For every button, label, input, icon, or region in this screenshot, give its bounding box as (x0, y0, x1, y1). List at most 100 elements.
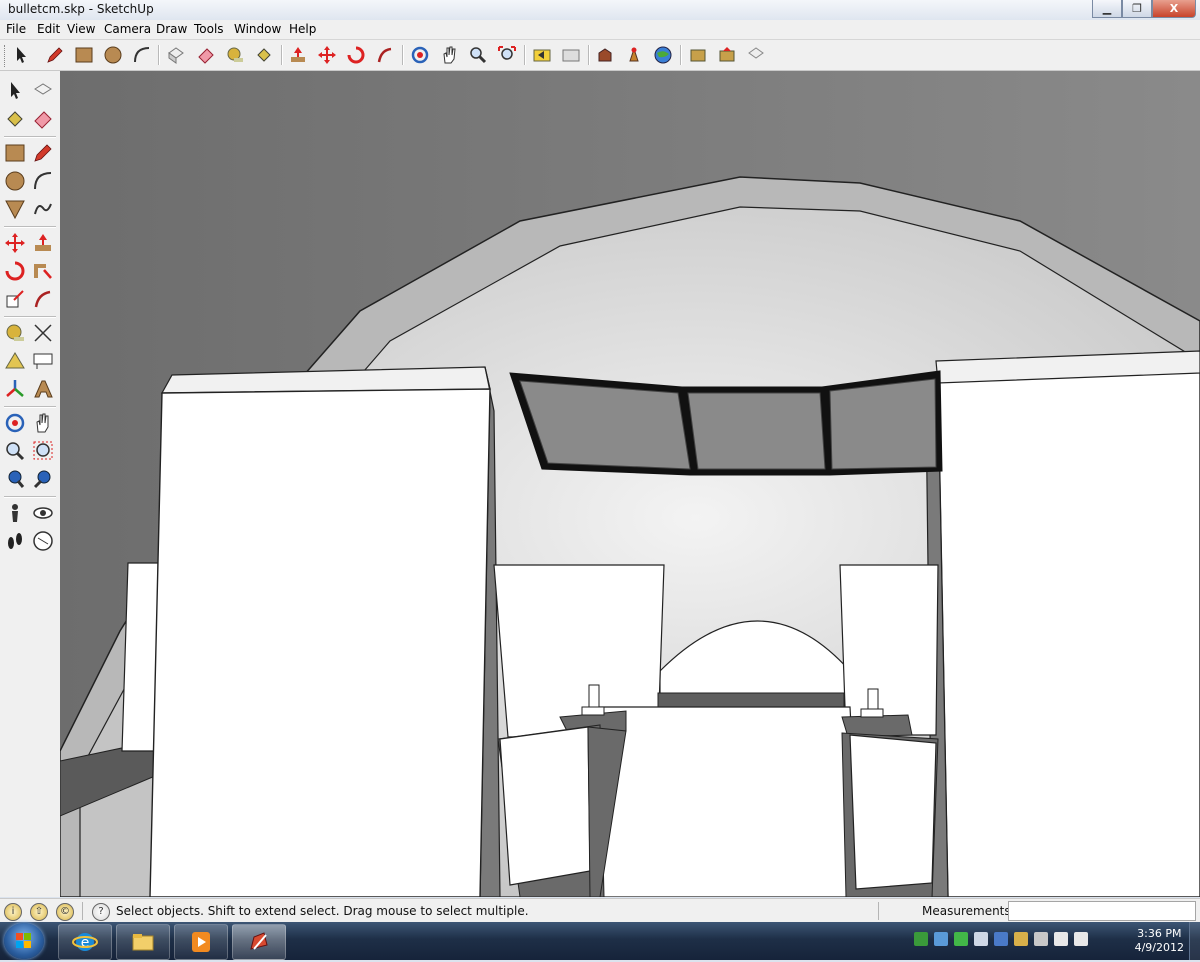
rectangle-icon[interactable] (2, 140, 28, 166)
position-camera-icon[interactable] (2, 500, 28, 526)
orbit-icon[interactable] (2, 410, 28, 436)
drawing-viewport[interactable] (60, 71, 1200, 897)
menu-edit[interactable]: Edit (37, 22, 60, 36)
follow-me-icon[interactable] (30, 258, 56, 284)
measurements-label: Measurements (922, 904, 1011, 918)
menu-draw[interactable]: Draw (156, 22, 187, 36)
zoom-icon[interactable] (2, 438, 28, 464)
close-button[interactable]: X (1152, 0, 1196, 18)
eraser-icon[interactable] (194, 43, 218, 67)
system-tray (914, 932, 1088, 946)
tray-security-icon[interactable] (974, 932, 988, 946)
make-component-icon[interactable] (30, 78, 56, 104)
push-pull-icon[interactable] (30, 230, 56, 256)
section-plane-icon[interactable] (30, 528, 56, 554)
make-component-icon[interactable] (164, 43, 188, 67)
toolbar-grip[interactable] (4, 45, 8, 67)
select-icon[interactable] (2, 78, 28, 104)
pan-icon[interactable] (437, 43, 461, 67)
component-icon[interactable] (686, 43, 710, 67)
start-button[interactable] (4, 923, 44, 959)
rotate-icon[interactable] (2, 258, 28, 284)
move-icon[interactable] (315, 43, 339, 67)
extension-icon[interactable] (744, 43, 768, 67)
clock[interactable]: 3:36 PM 4/9/2012 (1135, 927, 1184, 955)
arc-icon[interactable] (30, 168, 56, 194)
move-icon[interactable] (2, 230, 28, 256)
polygon-icon[interactable] (2, 196, 28, 222)
pencil-icon[interactable] (43, 43, 67, 67)
eraser-icon[interactable] (30, 106, 56, 132)
paint-bucket-icon[interactable] (252, 43, 276, 67)
menu-view[interactable]: View (67, 22, 95, 36)
taskbar: e 3:36 PM 4/9/2012 (0, 922, 1200, 960)
text-icon[interactable] (30, 348, 56, 374)
clock-date: 4/9/2012 (1134, 941, 1184, 954)
tray-network-icon[interactable] (1054, 932, 1068, 946)
follow-me-icon[interactable] (373, 43, 397, 67)
help-icon[interactable]: ? (92, 903, 110, 921)
arc-icon[interactable] (130, 43, 154, 67)
media-player-icon[interactable] (174, 924, 228, 960)
menu-tools[interactable]: Tools (194, 22, 224, 36)
walk-icon[interactable] (2, 528, 28, 554)
push-pull-icon[interactable] (286, 43, 310, 67)
paint-bucket-icon[interactable] (2, 106, 28, 132)
protractor-icon[interactable] (2, 348, 28, 374)
previous-icon[interactable] (30, 466, 56, 492)
rotate-icon[interactable] (344, 43, 368, 67)
measurements-input[interactable] (1008, 901, 1196, 921)
file-explorer-icon[interactable] (116, 924, 170, 960)
3d-text-icon[interactable] (30, 376, 56, 402)
zoom-icon[interactable] (466, 43, 490, 67)
tape-measure-icon[interactable] (223, 43, 247, 67)
next-view-icon[interactable] (559, 43, 583, 67)
sketchup-icon[interactable] (232, 924, 286, 960)
pan-icon[interactable] (30, 410, 56, 436)
menu-camera[interactable]: Camera (104, 22, 151, 36)
show-desktop-button[interactable] (1189, 922, 1200, 960)
dimension-icon[interactable] (30, 320, 56, 346)
rectangle-icon[interactable] (72, 43, 96, 67)
zoom-extents-icon[interactable] (495, 43, 519, 67)
freehand-icon[interactable] (30, 196, 56, 222)
zoom-window-icon[interactable] (30, 438, 56, 464)
zoom-extents-icon[interactable] (2, 466, 28, 492)
google-earth-icon[interactable] (651, 43, 675, 67)
look-around-icon[interactable] (30, 500, 56, 526)
internet-explorer-icon[interactable]: e (58, 924, 112, 960)
right-seat-back (839, 564, 939, 736)
tray-bluetooth-icon[interactable] (994, 932, 1008, 946)
orbit-icon[interactable] (408, 43, 432, 67)
share-model-icon[interactable] (622, 43, 646, 67)
offset-icon[interactable] (30, 286, 56, 312)
right-arm-rest (849, 734, 937, 890)
menu-file[interactable]: File (6, 22, 26, 36)
axes-icon[interactable] (2, 376, 28, 402)
circle-icon[interactable] (2, 168, 28, 194)
copyright-icon[interactable]: © (56, 903, 74, 921)
get-models-icon[interactable] (593, 43, 617, 67)
credits-icon[interactable]: ⇧ (30, 903, 48, 921)
circle-icon[interactable] (101, 43, 125, 67)
select-icon[interactable] (9, 43, 33, 67)
minimize-button[interactable]: ▁ (1092, 0, 1122, 18)
pencil-icon[interactable] (30, 140, 56, 166)
previous-view-icon[interactable] (530, 43, 554, 67)
left-small-panel (121, 562, 159, 752)
tray-disk-icon[interactable] (1034, 932, 1048, 946)
menu-help[interactable]: Help (289, 22, 316, 36)
share-component-icon[interactable] (715, 43, 739, 67)
tray-volume-icon[interactable] (1074, 932, 1088, 946)
scale-icon[interactable] (2, 286, 28, 312)
tray-app-icon[interactable] (914, 932, 928, 946)
tray-update-icon[interactable] (954, 932, 968, 946)
tape-measure-icon[interactable] (2, 320, 28, 346)
tray-network-app-icon[interactable] (934, 932, 948, 946)
maximize-button[interactable]: ❐ (1122, 0, 1152, 18)
menu-window[interactable]: Window (234, 22, 281, 36)
tray-flag-icon[interactable] (1014, 932, 1028, 946)
model-scene (60, 71, 1200, 897)
geo-location-icon[interactable]: i (4, 903, 22, 921)
status-bar: i ⇧ © ? Select objects. Shift to extend … (0, 898, 1200, 923)
